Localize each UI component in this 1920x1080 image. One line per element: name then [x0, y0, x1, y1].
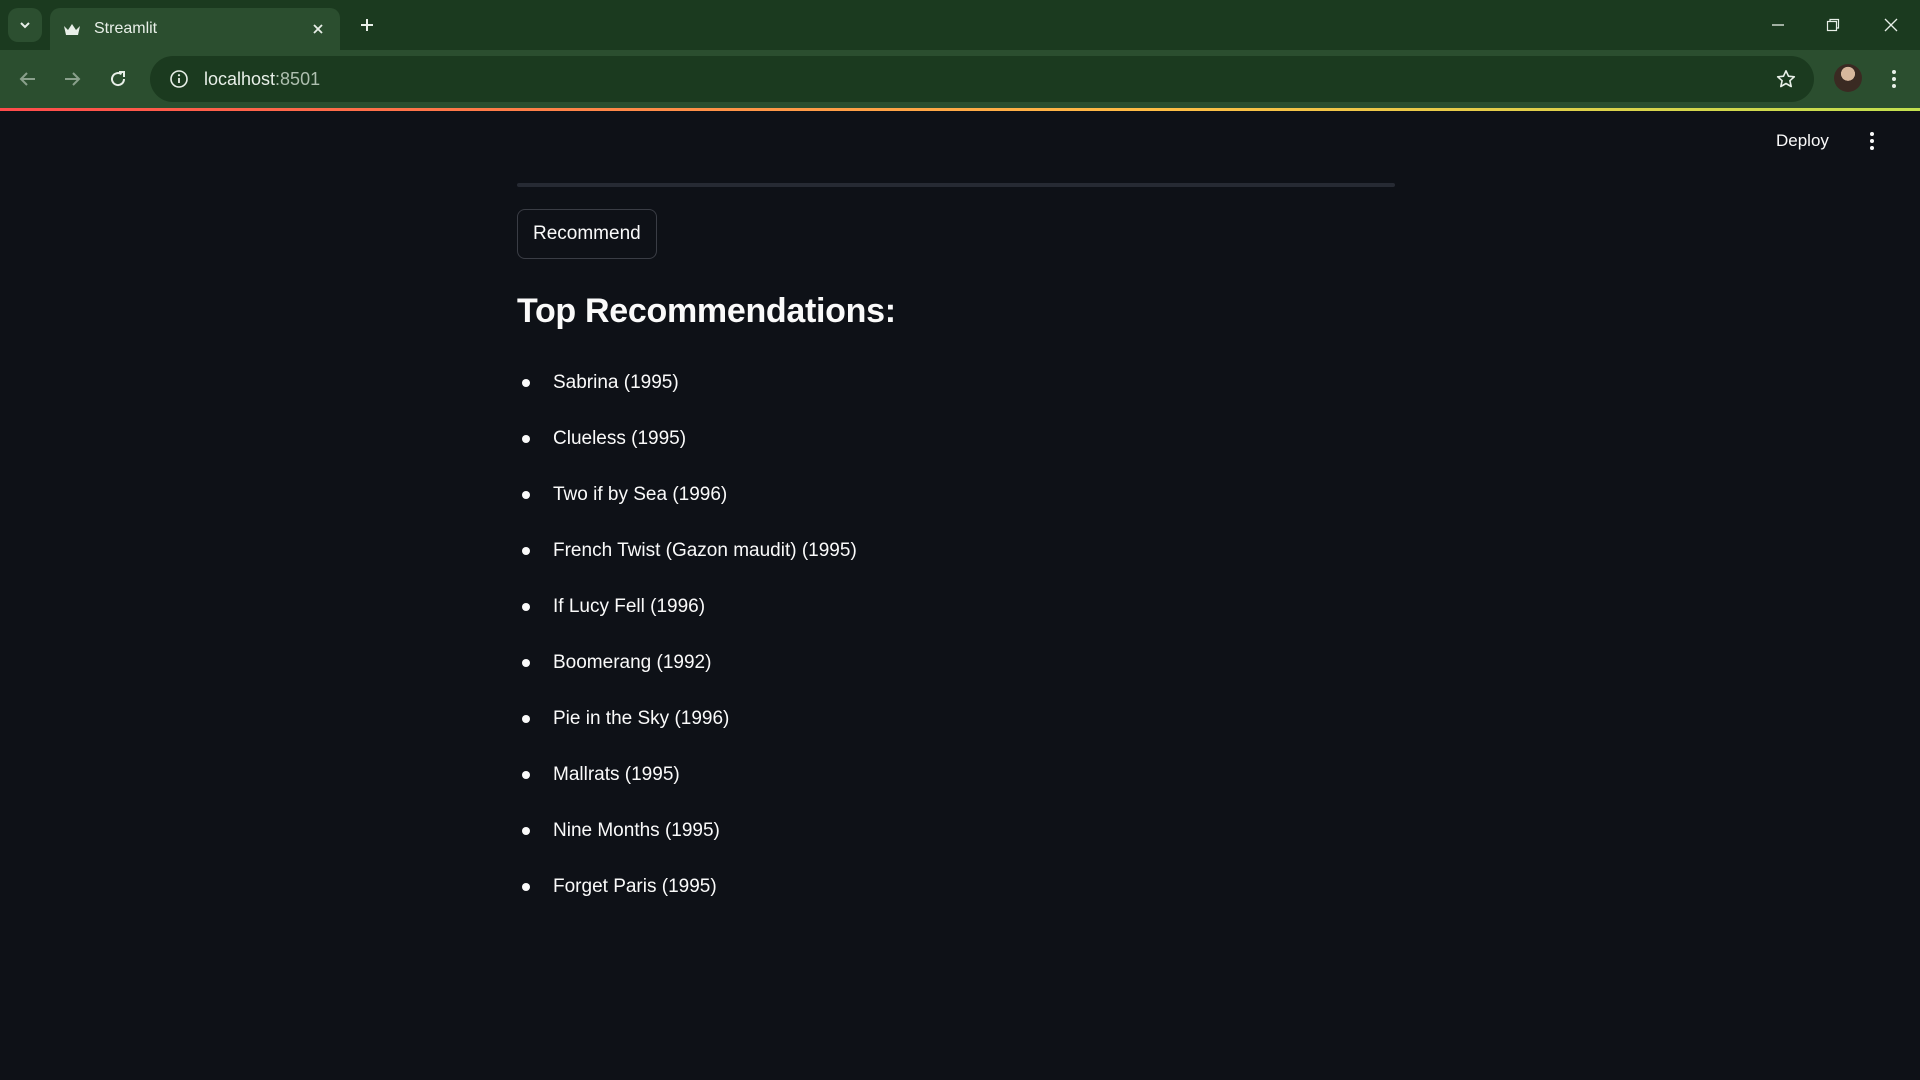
info-icon[interactable] — [168, 68, 190, 90]
recommendation-title: Pie in the Sky (1996) — [553, 708, 730, 729]
arrow-left-icon — [19, 72, 35, 86]
browser-tab-strip: Streamlit — [0, 0, 1920, 50]
back-button[interactable] — [12, 63, 44, 95]
more-vertical-icon — [1870, 132, 1874, 150]
new-tab-button[interactable] — [354, 12, 380, 38]
bullet-icon — [522, 547, 530, 555]
recommendation-title: French Twist (Gazon maudit) (1995) — [553, 540, 857, 561]
browser-tab-streamlit[interactable]: Streamlit — [50, 8, 340, 50]
recommendation-title: Nine Months (1995) — [553, 820, 720, 841]
reload-button[interactable] — [102, 63, 134, 95]
list-item: French Twist (Gazon maudit) (1995) — [517, 523, 857, 579]
bullet-icon — [522, 491, 530, 499]
recommendations-heading: Top Recommendations: — [517, 292, 896, 330]
list-item: Mallrats (1995) — [517, 747, 857, 803]
chevron-down-icon — [20, 22, 30, 29]
bullet-icon — [522, 883, 530, 891]
app-main-menu-button[interactable] — [1860, 125, 1884, 157]
recommendation-title: Two if by Sea (1996) — [553, 484, 728, 505]
list-item: Sabrina (1995) — [517, 355, 857, 411]
recommend-button[interactable]: Recommend — [517, 209, 657, 259]
recommendation-title: Mallrats (1995) — [553, 764, 680, 785]
reload-icon — [111, 71, 126, 87]
tab-close-button[interactable] — [308, 19, 328, 39]
bullet-icon — [522, 715, 530, 723]
url-text: localhost:8501 — [204, 69, 320, 90]
profile-avatar[interactable] — [1834, 64, 1862, 92]
address-bar[interactable]: localhost:8501 — [150, 56, 1814, 102]
tab-search-button[interactable] — [8, 8, 42, 42]
browser-toolbar: localhost:8501 — [0, 50, 1920, 108]
list-item: Boomerang (1992) — [517, 635, 857, 691]
plus-icon — [361, 19, 373, 31]
recommendation-title: If Lucy Fell (1996) — [553, 596, 706, 617]
recommendation-title: Clueless (1995) — [553, 428, 687, 449]
url-port: :8501 — [275, 68, 321, 89]
deploy-button[interactable]: Deploy — [1772, 125, 1833, 157]
restore-button[interactable] — [1813, 8, 1853, 42]
bullet-icon — [522, 603, 530, 611]
list-item: Forget Paris (1995) — [517, 859, 857, 915]
url-host: localhost — [204, 68, 276, 89]
tab-title: Streamlit — [94, 20, 158, 37]
recommendations-list: Sabrina (1995) Clueless (1995) Two if by S… — [517, 355, 857, 915]
streamlit-crown-icon — [62, 19, 82, 39]
list-item: Two if by Sea (1996) — [517, 467, 857, 523]
recommendation-title: Sabrina (1995) — [553, 372, 679, 393]
window-close-button[interactable] — [1871, 8, 1911, 42]
minimize-icon — [1772, 24, 1784, 26]
list-item: Clueless (1995) — [517, 411, 857, 467]
close-icon — [313, 24, 323, 34]
recommendation-title: Boomerang (1992) — [553, 652, 712, 673]
bullet-icon — [522, 435, 530, 443]
bullet-icon — [522, 827, 530, 835]
recommendation-title: Forget Paris (1995) — [553, 876, 717, 897]
restore-icon — [1826, 18, 1840, 32]
more-vertical-icon — [1892, 70, 1896, 88]
list-item: If Lucy Fell (1996) — [517, 579, 857, 635]
list-item: Pie in the Sky (1996) — [517, 691, 857, 747]
bullet-icon — [522, 379, 530, 387]
minimize-button[interactable] — [1758, 8, 1798, 42]
arrow-right-icon — [65, 72, 81, 86]
browser-menu-button[interactable] — [1878, 63, 1910, 95]
forward-button[interactable] — [56, 63, 88, 95]
star-icon[interactable] — [1774, 67, 1798, 91]
select-box-bottom-edge — [517, 183, 1395, 187]
app-header: Deploy — [0, 111, 1920, 171]
close-icon — [1884, 18, 1898, 32]
list-item: Nine Months (1995) — [517, 803, 857, 859]
bullet-icon — [522, 771, 530, 779]
bullet-icon — [522, 659, 530, 667]
